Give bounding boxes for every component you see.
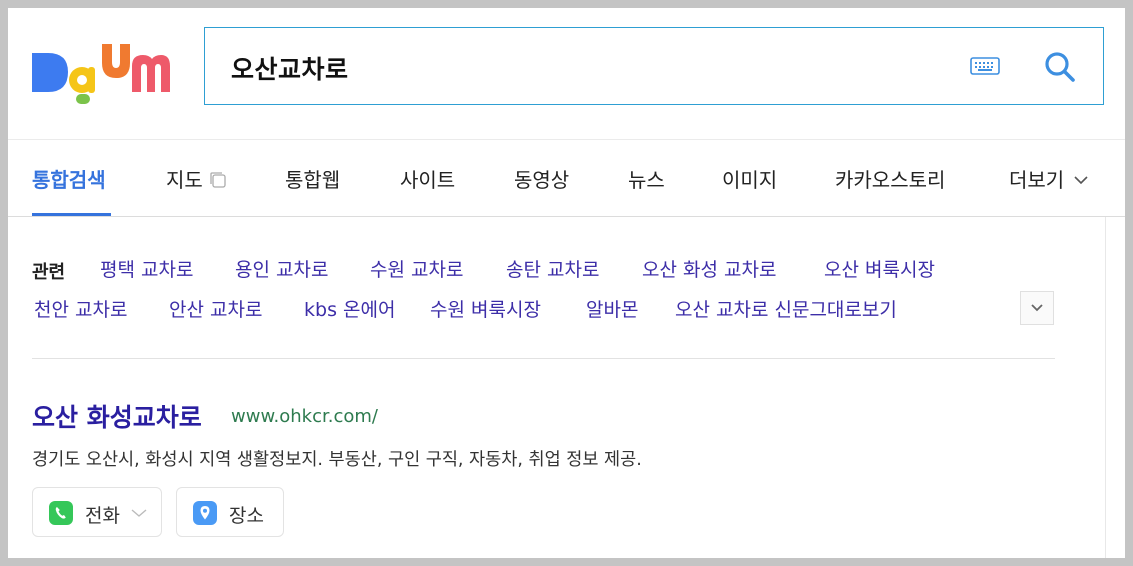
search-icon[interactable]	[1043, 50, 1077, 84]
related-link[interactable]: 용인 교차로	[235, 255, 328, 282]
daum-logo[interactable]	[30, 38, 172, 108]
tab-news[interactable]: 뉴스	[628, 164, 665, 193]
related-link[interactable]: 수원 교차로	[370, 255, 463, 282]
result-description: 경기도 오산시, 화성시 지역 생활정보지. 부동산, 구인 구직, 자동차, …	[32, 450, 642, 470]
search-input[interactable]: 오산교차로	[204, 27, 1104, 105]
chevron-down-icon	[1074, 175, 1088, 184]
place-button[interactable]: 장소	[176, 487, 284, 537]
related-link[interactable]: 오산 벼룩시장	[824, 255, 935, 282]
phone-icon	[49, 501, 73, 525]
related-heading: 관련	[32, 262, 66, 283]
tab-map[interactable]: 지도	[166, 164, 227, 193]
tabs-divider	[8, 216, 1125, 217]
search-query[interactable]: 오산교차로	[231, 50, 349, 86]
chevron-down-icon	[1031, 304, 1043, 312]
page: 오산교차로 통합검색 지도 통합웹 사이트 동영상 뉴스 이미지 카카오스토리 …	[8, 8, 1125, 558]
tab-image[interactable]: 이미지	[722, 164, 777, 193]
tab-more[interactable]: 더보기	[1009, 164, 1088, 193]
place-label: 장소	[229, 505, 264, 527]
location-pin-icon	[193, 501, 217, 525]
phone-label: 전화	[85, 505, 120, 527]
result-title[interactable]: 오산 화성교차로	[32, 398, 202, 434]
result-url[interactable]: www.ohkcr.com/	[231, 406, 378, 427]
related-expand-button[interactable]	[1020, 291, 1054, 325]
related-link[interactable]: 오산 교차로 신문그대로보기	[675, 295, 897, 322]
related-link[interactable]: 알바몬	[586, 295, 638, 322]
tab-map-label: 지도	[166, 168, 203, 192]
related-link[interactable]: 평택 교차로	[100, 255, 193, 282]
tab-video[interactable]: 동영상	[514, 164, 569, 193]
related-link[interactable]: 안산 교차로	[169, 295, 262, 322]
phone-button[interactable]: 전화	[32, 487, 162, 537]
related-link[interactable]: 수원 벼룩시장	[430, 295, 541, 322]
tab-more-label: 더보기	[1009, 168, 1065, 192]
tab-kakaostory[interactable]: 카카오스토리	[835, 164, 945, 193]
chevron-down-icon	[131, 509, 147, 517]
related-link[interactable]: kbs 온에어	[304, 295, 395, 322]
related-link[interactable]: 오산 화성 교차로	[642, 255, 776, 282]
section-divider	[32, 358, 1055, 359]
content-right-border	[1105, 217, 1106, 558]
external-window-icon	[210, 171, 226, 188]
tab-integrated-search[interactable]: 통합검색	[32, 164, 106, 193]
keyboard-icon[interactable]	[970, 56, 1000, 76]
related-link[interactable]: 송탄 교차로	[506, 255, 599, 282]
tab-site[interactable]: 사이트	[400, 164, 455, 193]
search-tabs: 통합검색 지도 통합웹 사이트 동영상 뉴스 이미지 카카오스토리 더보기	[8, 140, 1125, 216]
tab-integrated-web[interactable]: 통합웹	[285, 164, 340, 193]
related-link[interactable]: 천안 교차로	[34, 295, 127, 322]
